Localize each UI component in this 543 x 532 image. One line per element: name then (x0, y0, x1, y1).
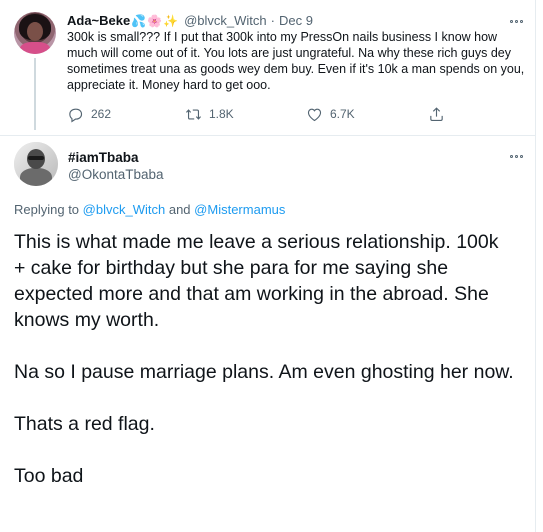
parent-tweet-header: Ada~Beke 💦 🌸 ✨ @blvck_Witch · Dec 9 (67, 13, 313, 29)
parent-handle[interactable]: @blvck_Witch (184, 13, 267, 29)
parent-action-bar: 262 1.8K 6.7K (67, 104, 467, 124)
retweet-button[interactable]: 1.8K (185, 104, 234, 124)
reply-tweet-text: This is what made me leave a serious rel… (14, 229, 514, 515)
like-icon (307, 108, 322, 121)
reply-button[interactable]: 262 (67, 104, 111, 124)
mention-link-mistermamus[interactable]: @Mistermamus (194, 202, 285, 217)
sweat-droplets-emoji: 💦 (131, 14, 147, 28)
retweet-icon (186, 108, 201, 120)
more-icon[interactable] (507, 16, 525, 26)
mention-link-blvck-witch[interactable]: @blvck_Witch (83, 202, 166, 217)
tweet-thread: Ada~Beke 💦 🌸 ✨ @blvck_Witch · Dec 9 300k… (0, 0, 536, 532)
avatar-reply[interactable] (14, 142, 58, 186)
reply-paragraph: Thats a red flag. (14, 413, 155, 435)
replying-and-label: and (168, 202, 191, 217)
reply-paragraph: Too bad (14, 465, 84, 487)
parent-tweet-text: 300k is small??? If I put that 300k into… (67, 30, 525, 92)
replying-to-label: Replying to (14, 202, 80, 217)
reply-paragraph: Na so I pause marriage plans. Am even gh… (14, 361, 514, 383)
like-count: 6.7K (330, 107, 355, 121)
blossom-emoji: 🌸 (147, 14, 163, 28)
avatar-parent[interactable] (14, 12, 56, 54)
separator-dot: · (270, 13, 275, 28)
retweet-count: 1.8K (209, 107, 234, 121)
parent-display-name[interactable]: Ada~Beke (67, 13, 130, 29)
replying-to-line: Replying to @blvck_Witch and @Mistermamu… (14, 202, 285, 218)
parent-date[interactable]: Dec 9 (279, 13, 313, 29)
reply-count: 262 (91, 107, 112, 121)
reply-icon (69, 108, 83, 122)
tweet-divider (0, 135, 536, 136)
like-button[interactable]: 6.7K (306, 104, 355, 124)
reply-handle[interactable]: @OkontaTbaba (68, 166, 164, 183)
reply-paragraph: This is what made me leave a serious rel… (14, 231, 499, 331)
share-button[interactable] (428, 104, 445, 124)
share-icon (430, 106, 443, 121)
sparkles-emoji: ✨ (163, 14, 179, 28)
thread-line (34, 58, 36, 130)
reply-display-name[interactable]: #iamTbaba (68, 149, 139, 166)
more-icon[interactable] (507, 151, 525, 161)
